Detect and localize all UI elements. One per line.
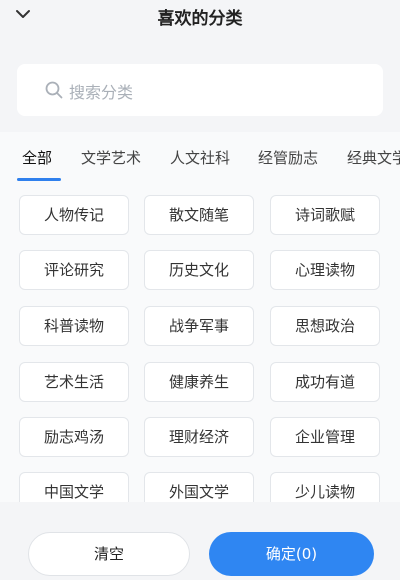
category-grid: 人物传记 散文随笔 诗词歌赋 评论研究 历史文化 心理读物 科普读物 战争军事 …	[0, 182, 400, 502]
category-chip[interactable]: 中国文学	[19, 472, 129, 502]
category-chip[interactable]: 人物传记	[19, 195, 129, 235]
category-chip[interactable]: 评论研究	[19, 250, 129, 290]
category-chip[interactable]: 励志鸡汤	[19, 417, 129, 457]
category-chip[interactable]: 少儿读物	[270, 472, 380, 502]
tab-literature-art[interactable]: 文学艺术	[81, 147, 141, 168]
confirm-button[interactable]: 确定(0)	[209, 532, 374, 576]
category-chip[interactable]: 健康养生	[144, 362, 254, 402]
action-bar: 清空 确定(0)	[0, 502, 400, 580]
category-chip[interactable]: 诗词歌赋	[270, 195, 380, 235]
page-title: 喜欢的分类	[157, 9, 243, 29]
category-chip[interactable]: 散文随笔	[144, 195, 254, 235]
category-chip[interactable]: 外国文学	[144, 472, 254, 502]
category-chip[interactable]: 成功有道	[270, 362, 380, 402]
category-chip[interactable]: 理财经济	[144, 417, 254, 457]
search-input[interactable]: 搜索分类	[17, 64, 383, 116]
category-tabs: 全部 文学艺术 人文社科 经管励志 经典文学	[0, 132, 400, 182]
tab-all[interactable]: 全部	[22, 147, 52, 168]
category-chip[interactable]: 艺术生活	[19, 362, 129, 402]
category-chip[interactable]: 心理读物	[270, 250, 380, 290]
clear-button[interactable]: 清空	[28, 532, 190, 576]
active-tab-indicator	[17, 178, 61, 181]
category-chip[interactable]: 思想政治	[270, 306, 380, 346]
category-chip[interactable]: 科普读物	[19, 306, 129, 346]
search-placeholder: 搜索分类	[69, 83, 134, 102]
category-chip[interactable]: 企业管理	[270, 417, 380, 457]
tab-classic-literature[interactable]: 经典文学	[347, 147, 400, 168]
tab-management-inspiration[interactable]: 经管励志	[258, 147, 318, 168]
category-chip[interactable]: 战争军事	[144, 306, 254, 346]
tab-humanities[interactable]: 人文社科	[170, 147, 230, 168]
category-chip[interactable]: 历史文化	[144, 250, 254, 290]
header: 喜欢的分类	[0, 0, 400, 34]
search-icon	[45, 81, 63, 99]
